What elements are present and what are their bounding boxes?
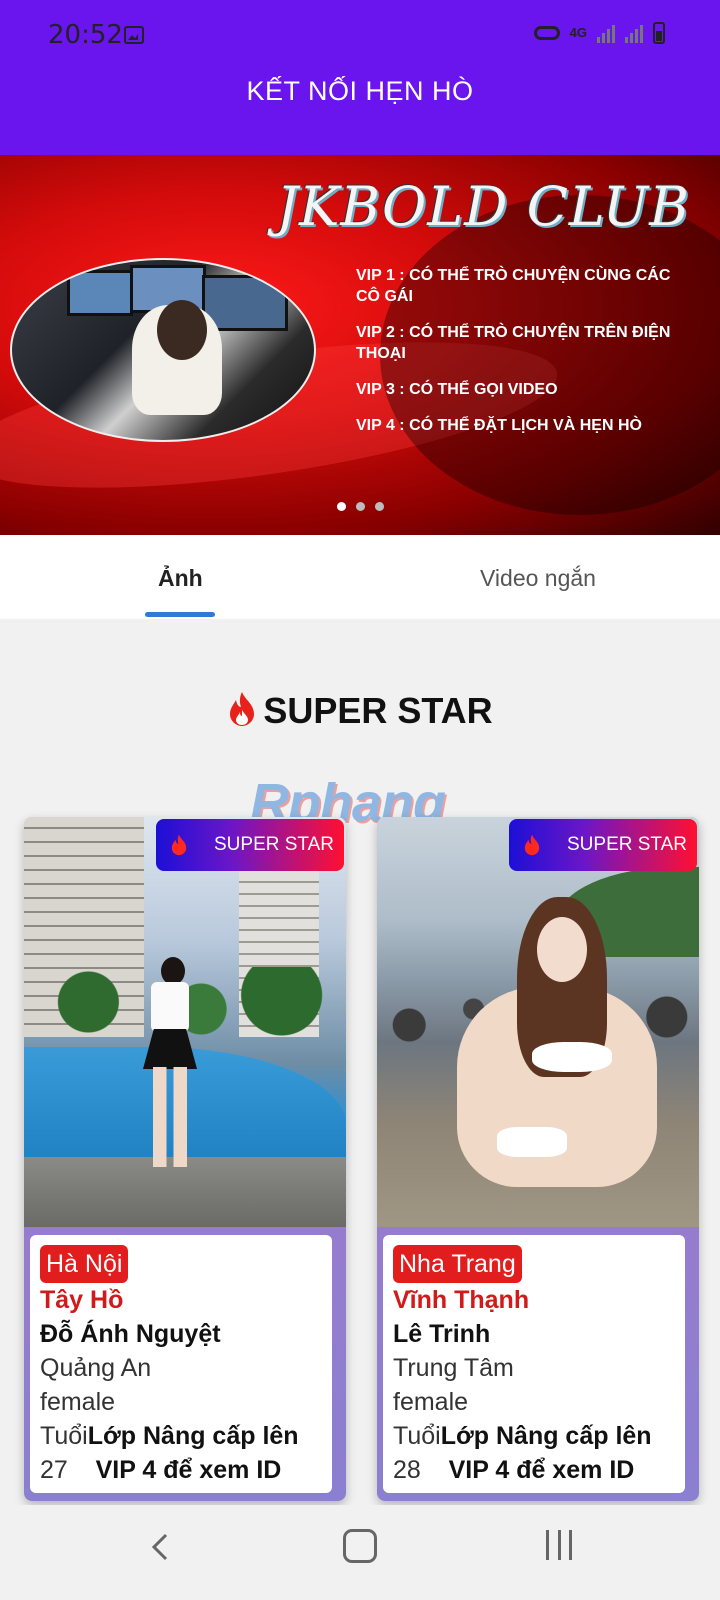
vip-list: VIP 1 : CÓ THỂ TRÒ CHUYỆN CÙNG CÁC CÔ GÁ… [356,265,696,451]
key-icon [533,26,560,40]
vip-line: VIP 1 : CÓ THỂ TRÒ CHUYỆN CÙNG CÁC CÔ GÁ… [356,267,671,305]
city-tag: Nha Trang [393,1245,522,1283]
flame-icon [230,692,255,726]
app-header: 20:52 4G KẾT NỐI HẸN HÒ [0,0,720,155]
city-tag: Hà Nội [40,1245,129,1283]
status-icons: 4G [533,22,665,44]
system-nav-bar [0,1505,720,1600]
profile-name: Đỗ Ánh Nguyệt [40,1320,221,1348]
profile-photo[interactable] [377,817,699,1227]
age-row: 27 VIP 4 để xem ID [40,1453,322,1487]
area: Quảng An [40,1354,152,1382]
district: Vĩnh Thạnh [393,1286,530,1314]
section-heading: SUPER STAR [0,690,720,732]
profile-info: Hà Nội Tây Hồ Đỗ Ánh Nguyệt Quảng An fem… [30,1235,332,1493]
home-icon[interactable] [343,1529,377,1563]
profile-card[interactable]: SUPER STAR Hà Nội Tây Hồ Đỗ Ánh Nguyệt Q… [24,817,346,1501]
flame-icon [524,834,540,856]
profile-card[interactable]: SUPER STAR Nha Trang Vĩnh Thạnh Lê Trinh… [377,817,699,1501]
super-star-badge: SUPER STAR [156,819,344,871]
tab-short-videos[interactable]: Video ngắn [480,565,596,592]
flame-icon [171,834,187,856]
profile-photo[interactable] [24,817,346,1227]
vip-line: VIP 4 : CÓ THỂ ĐẶT LỊCH VÀ HẸN HÒ [356,417,642,434]
battery-icon [653,22,665,44]
age-value: 27 [40,1456,68,1484]
signal-icon [625,23,643,43]
carousel-dot[interactable] [374,502,384,511]
carousel-dot[interactable] [336,502,346,511]
page-title: KẾT NỐI HẸN HÒ [246,76,474,106]
banner-photo [10,258,316,442]
upgrade-text: VIP 4 để xem ID [95,1456,282,1484]
vip-line: VIP 2 : CÓ THỂ TRÒ CHUYỆN TRÊN ĐIỆN THOẠ… [356,324,671,362]
image-icon [124,26,144,44]
carousel-dot[interactable] [355,502,365,511]
network-type: 4G [569,25,587,40]
badge-label: SUPER STAR [214,834,335,855]
district: Tây Hồ [40,1286,124,1314]
active-tab-indicator [145,612,215,617]
recents-icon[interactable] [546,1530,572,1560]
area: Trung Tâm [393,1354,514,1382]
tab-photos[interactable]: Ảnh [158,565,203,592]
age-label: Tuổi [393,1422,441,1450]
age-row: TuổiLớp Nâng cấp lên [393,1419,675,1453]
upgrade-text: VIP 4 để xem ID [448,1456,635,1484]
age-row: TuổiLớp Nâng cấp lên [40,1419,322,1453]
club-name: JKBOLD CLUB [276,175,690,238]
status-bar: 20:52 4G [0,0,720,70]
tab-bar: Ảnh Video ngắn [0,535,720,619]
profile-info: Nha Trang Vĩnh Thạnh Lê Trinh Trung Tâm … [383,1235,685,1493]
promo-banner[interactable]: JKBOLD CLUB VIP 1 : CÓ THỂ TRÒ CHUYỆN CÙ… [0,155,720,535]
age-value: 28 [393,1456,421,1484]
upgrade-text: Lớp Nâng cấp lên [440,1422,652,1450]
signal-icon [597,23,615,43]
back-icon[interactable] [144,1527,180,1567]
badge-label: SUPER STAR [567,834,688,855]
status-time: 20:52 [48,20,123,50]
carousel-dots [0,498,720,516]
section-title: SUPER STAR [263,690,493,731]
profile-name: Lê Trinh [393,1320,491,1348]
super-star-badge: SUPER STAR [509,819,697,871]
age-label: Tuổi [40,1422,88,1450]
age-row: 28 VIP 4 để xem ID [393,1453,675,1487]
gender: female [40,1388,116,1416]
vip-line: VIP 3 : CÓ THỂ GỌI VIDEO [356,381,558,398]
gender: female [393,1388,469,1416]
upgrade-text: Lớp Nâng cấp lên [87,1422,299,1450]
